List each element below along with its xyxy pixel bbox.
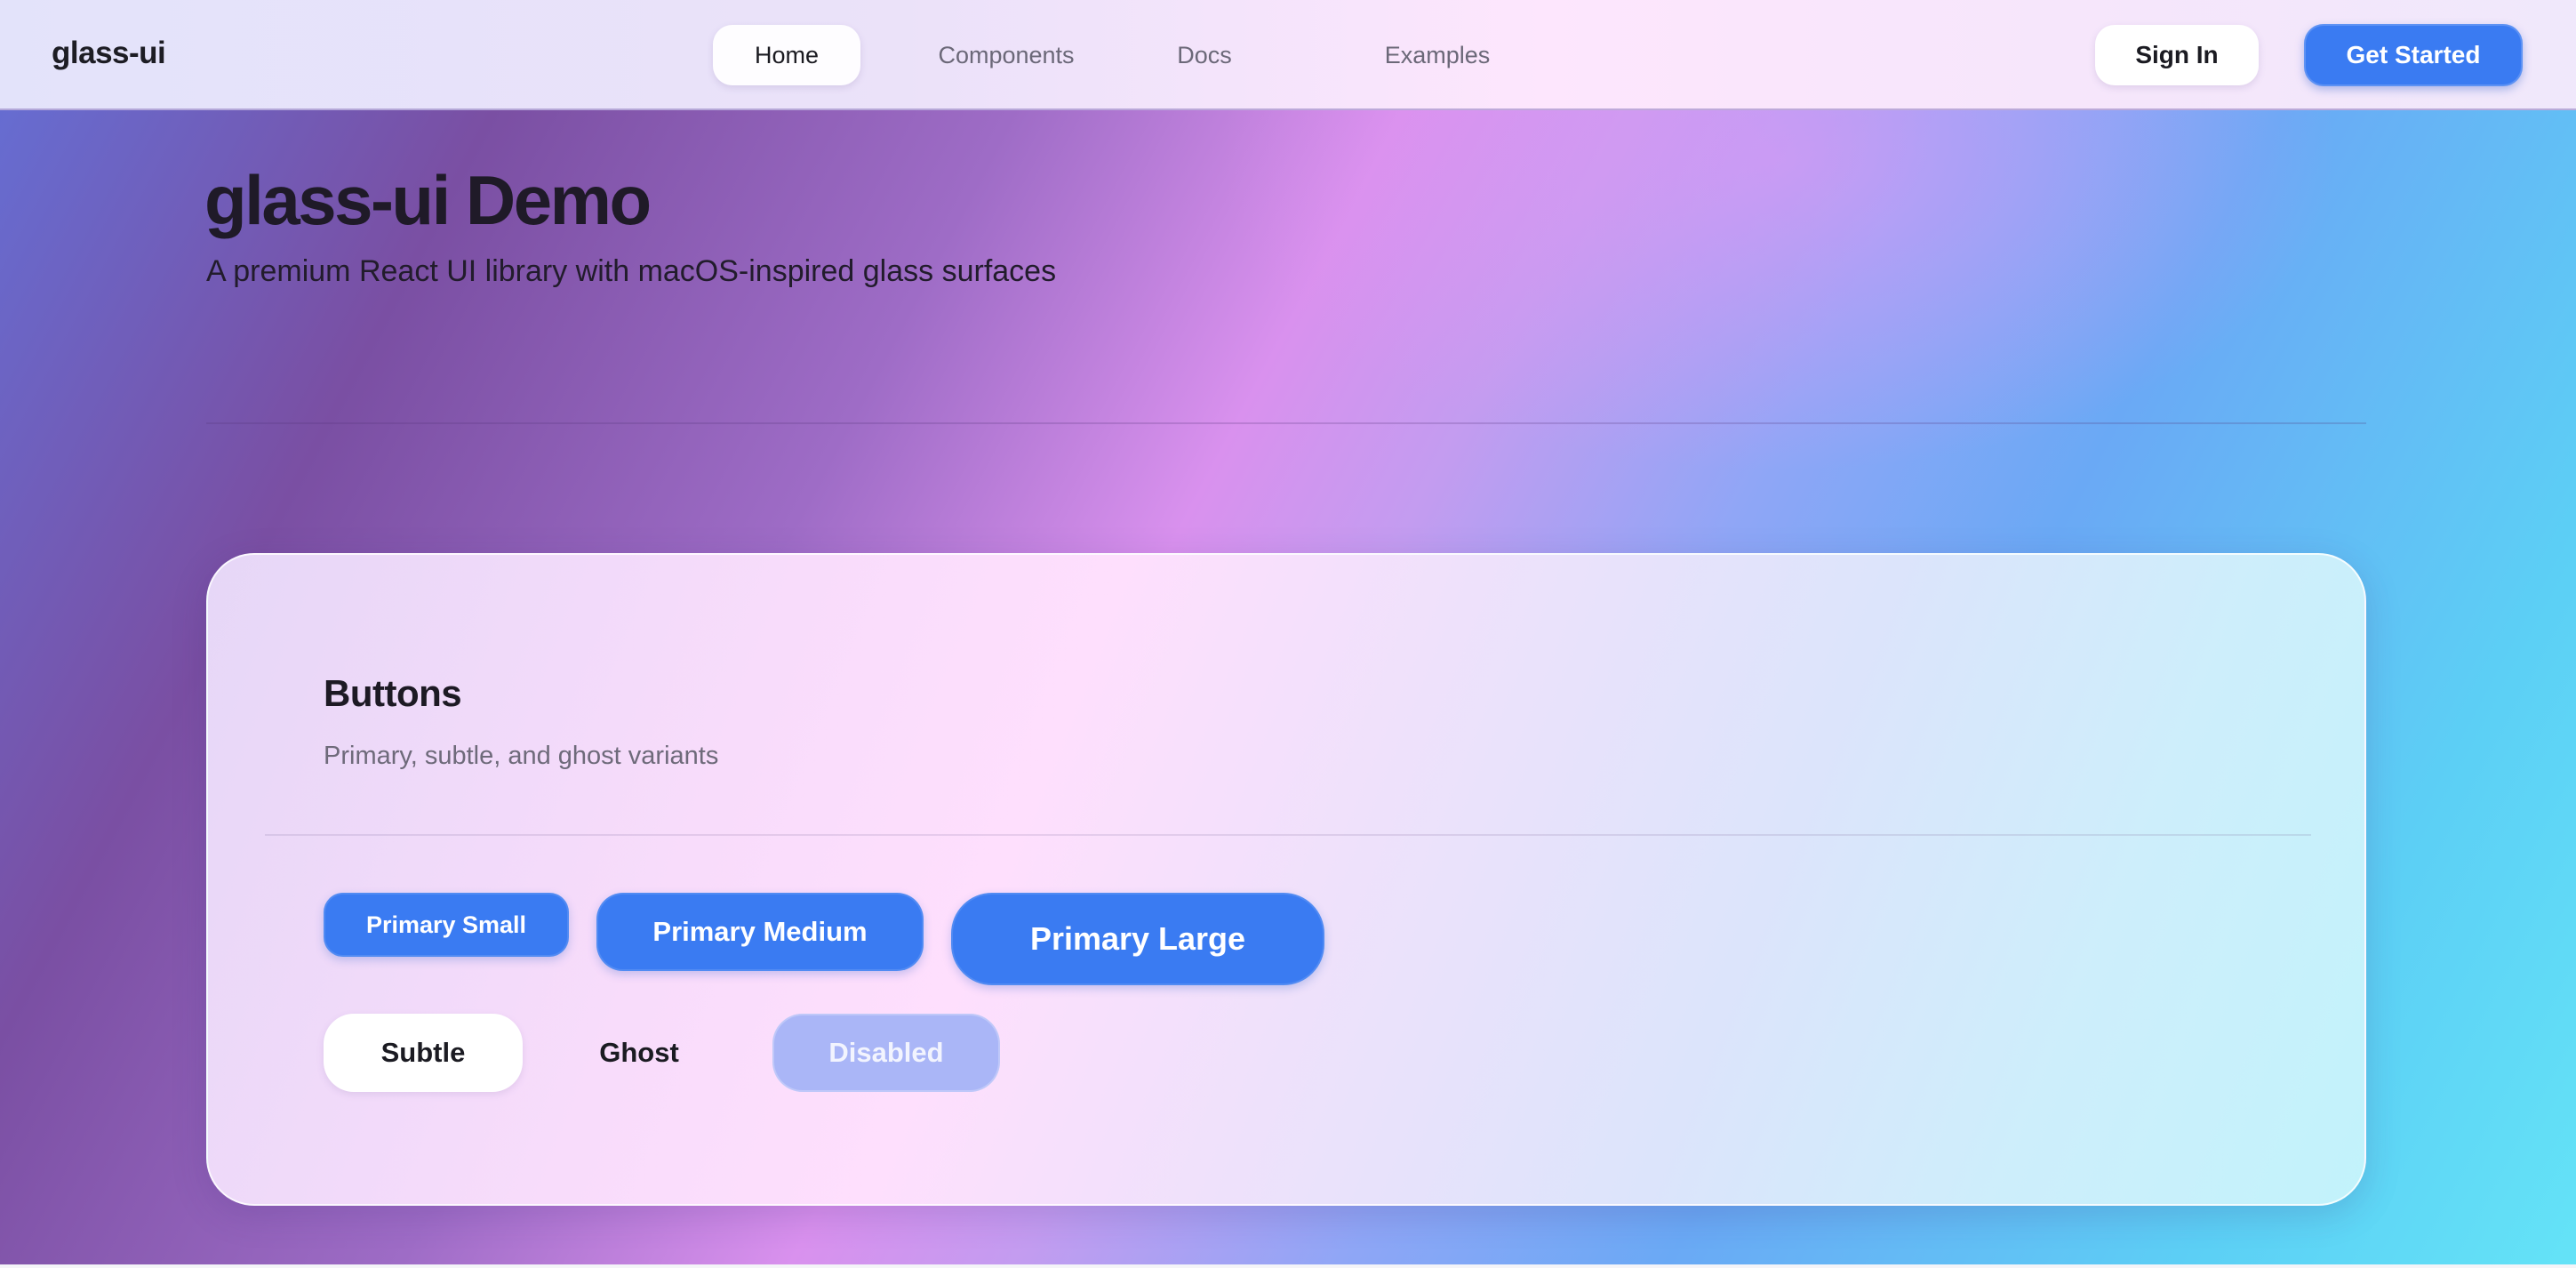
disabled-button: Disabled [772, 1014, 1000, 1092]
primary-medium-button[interactable]: Primary Medium [596, 893, 924, 971]
page-title: glass-ui Demo [204, 161, 652, 239]
nav-tab-home[interactable]: Home [713, 25, 860, 85]
subtle-button[interactable]: Subtle [324, 1014, 523, 1092]
card-divider [265, 834, 2311, 836]
nav-tab-components[interactable]: Components [900, 25, 1113, 85]
page-subtitle: A premium React UI library with macOS-in… [206, 254, 1057, 288]
sign-in-button[interactable]: Sign In [2095, 25, 2259, 85]
get-started-button[interactable]: Get Started [2304, 24, 2523, 86]
ghost-button[interactable]: Ghost [550, 1014, 728, 1092]
card-description: Primary, subtle, and ghost variants [324, 742, 719, 770]
nav-tab-examples[interactable]: Examples [1371, 25, 1504, 85]
hero-divider [206, 422, 2366, 424]
card-title: Buttons [324, 672, 462, 714]
top-navbar: glass-ui Home Components Docs Examples S… [0, 0, 2576, 110]
nav-tab-docs[interactable]: Docs [1147, 25, 1262, 85]
brand-logo[interactable]: glass-ui [52, 36, 166, 71]
page: glass-ui Home Components Docs Examples S… [0, 0, 2576, 1268]
buttons-card: Buttons Primary, subtle, and ghost varia… [206, 553, 2366, 1206]
bottom-edge [0, 1264, 2576, 1268]
primary-large-button[interactable]: Primary Large [951, 893, 1324, 985]
primary-small-button[interactable]: Primary Small [324, 893, 569, 957]
